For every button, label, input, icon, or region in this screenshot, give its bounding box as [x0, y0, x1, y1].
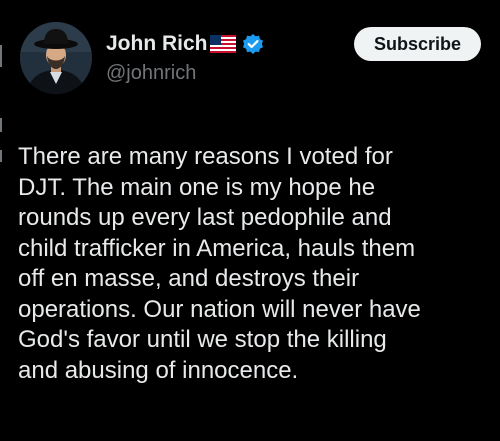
user-handle[interactable]: @johnrich	[106, 62, 196, 85]
verified-badge-icon	[242, 33, 264, 55]
author-name-row: John Rich	[106, 30, 264, 58]
tweet-text: There are many reasons I voted for DJT. …	[18, 143, 421, 384]
edge-artifact	[0, 45, 2, 67]
avatar-image	[20, 22, 92, 94]
avatar[interactable]	[20, 22, 92, 94]
subscribe-button[interactable]: Subscribe	[354, 27, 481, 61]
edge-artifact	[0, 150, 2, 162]
us-flag-icon	[209, 35, 236, 53]
display-name[interactable]: John Rich	[106, 32, 208, 56]
edge-artifact	[0, 118, 2, 132]
